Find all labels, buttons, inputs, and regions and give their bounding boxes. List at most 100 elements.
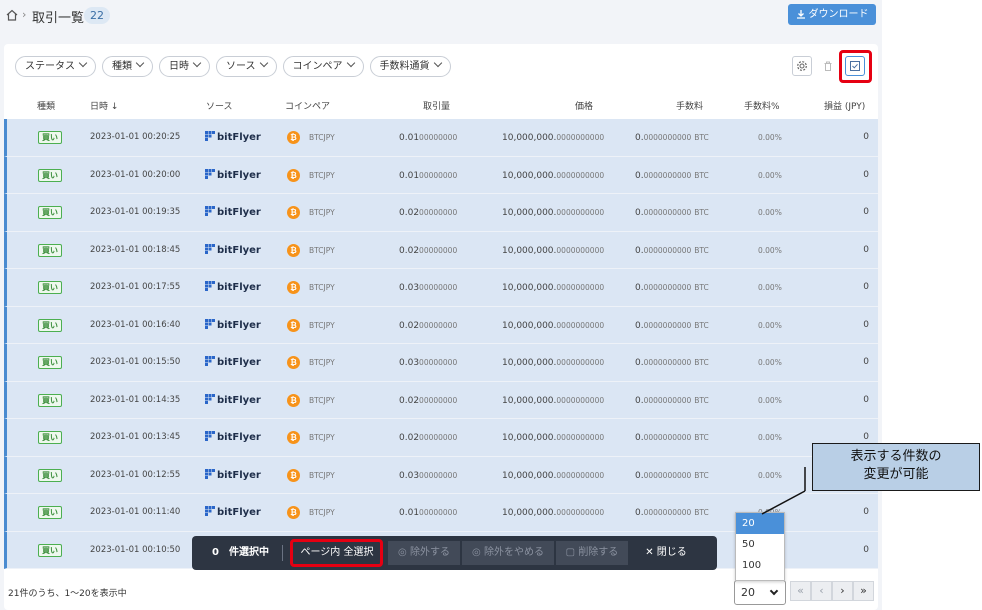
amount-frac: 00000000 [419, 508, 458, 517]
table-row[interactable]: 買い 2023-01-01 00:13:45 bitFlyer ₿ BTCJPY 0.02… [4, 419, 878, 457]
filter-label: コインペア [292, 61, 343, 72]
cell-fee-percent: 0.00% [758, 470, 782, 480]
amount-frac: 00000000 [419, 170, 458, 180]
type-badge: 買い [38, 543, 62, 557]
cell-fee: 0.0000000000 BTC [635, 344, 709, 382]
cell-fee: 0.0000000000 BTC [635, 119, 709, 157]
last-page-button[interactable]: » [853, 581, 874, 601]
table-row[interactable]: 買い 2023-01-01 00:12:55 bitFlyer ₿ BTCJPY 0.03… [4, 456, 878, 495]
amount-frac: 00000000 [419, 208, 458, 217]
filter-label: 日時 [169, 61, 189, 72]
filter-coin-pair[interactable]: コインペア [282, 56, 364, 77]
pagination-summary: 21件のうち、1〜20を表示中 [8, 589, 127, 599]
column-fee-percent[interactable]: 手数料% [744, 99, 780, 112]
cell-fee: 0.0000000000 BTC [635, 307, 709, 345]
cell-pnl: 0 [863, 357, 869, 367]
table-row[interactable]: 買い 2023-01-01 00:17:55 bitFlyer ₿ BTCJPY 0.03… [4, 269, 878, 307]
bitflyer-mark-icon [205, 393, 215, 404]
table-row[interactable]: 買い 2023-01-01 00:20:00 bitFlyer ₿ BTCJPY 0.01… [4, 156, 878, 194]
annotation-callout: 表示する件数の 変更が可能 [812, 443, 980, 491]
cell-fee: 0.0000000000 BTC [635, 269, 709, 307]
filter-label: 種類 [112, 61, 132, 72]
cell-datetime: 2023-01-01 00:13:45 [90, 432, 181, 442]
cell-amount: 0.0300000000 [399, 457, 457, 495]
column-type[interactable]: 種類 [37, 99, 55, 112]
filter-source[interactable]: ソース [216, 56, 277, 77]
unexclude-button[interactable]: ◎ 除外をやめる [462, 541, 554, 565]
cell-pair: BTCJPY [309, 283, 335, 292]
page-size-value: 20 [741, 586, 755, 599]
cell-pair: BTCJPY [309, 208, 335, 217]
column-datetime[interactable]: 日時 ↓ [90, 99, 118, 112]
column-amount[interactable]: 取引量 [423, 99, 450, 112]
source-name: bitFlyer [217, 469, 261, 481]
table-row[interactable]: 買い 2023-01-01 00:14:35 bitFlyer ₿ BTCJPY 0.02… [4, 381, 878, 420]
fee-unit: BTC [694, 358, 709, 367]
amount-int: 0.02 [399, 208, 420, 218]
fee-int: 0. [635, 433, 644, 443]
table-row[interactable]: 買い 2023-01-01 00:19:35 bitFlyer ₿ BTCJPY 0.02… [4, 194, 878, 232]
cell-pnl: 0 [863, 244, 869, 255]
gear-icon [797, 61, 807, 71]
cell-amount: 0.0200000000 [399, 232, 457, 270]
price-frac: 0000000000 [556, 245, 605, 255]
page-size-select[interactable]: 20 [734, 580, 786, 605]
cell-fee: 0.0000000000 BTC [635, 382, 709, 420]
source-name: bitFlyer [217, 132, 261, 143]
bitflyer-logo: bitFlyer [205, 393, 261, 407]
filter-status[interactable]: ステータス [15, 56, 96, 77]
first-page-button[interactable]: « [790, 581, 811, 601]
delete-selected-button[interactable]: ▢ 削除する [556, 541, 628, 565]
table-row[interactable]: 買い 2023-01-01 00:18:45 bitFlyer ₿ BTCJPY 0.02… [4, 231, 878, 270]
cell-fee-percent: 0.00% [758, 433, 782, 442]
page-size-option[interactable]: 50 [736, 534, 784, 555]
bitflyer-logo: bitFlyer [205, 431, 261, 444]
fee-frac: 0000000000 [643, 170, 692, 180]
delete-button[interactable] [818, 56, 838, 76]
prev-page-button[interactable]: ‹ [811, 581, 832, 601]
fee-unit: BTC [694, 245, 709, 255]
amount-frac: 00000000 [419, 358, 458, 367]
bitcoin-icon: ₿ [287, 168, 300, 182]
filter-datetime[interactable]: 日時 [159, 56, 210, 77]
highlight-box [839, 50, 872, 83]
count-badge: 22 [84, 7, 110, 24]
amount-int: 0.01 [399, 170, 420, 181]
column-fee[interactable]: 手数料 [676, 99, 703, 112]
filter-fee-currency[interactable]: 手数料通貨 [369, 56, 451, 77]
column-pnl[interactable]: 損益 (JPY) [824, 99, 865, 112]
column-pair[interactable]: コインペア [285, 99, 330, 112]
trash-icon [824, 61, 832, 71]
cell-fee: 0.0000000000 BTC [635, 232, 709, 270]
close-button[interactable]: ✕ 閉じる [636, 541, 696, 565]
cell-fee-percent: 0.00% [758, 283, 782, 292]
table-row[interactable]: 買い 2023-01-01 00:15:50 bitFlyer ₿ BTCJPY 0.03… [4, 344, 878, 382]
page-size-option[interactable]: 100 [736, 555, 784, 576]
bitflyer-mark-icon [205, 206, 215, 216]
settings-button[interactable] [792, 56, 812, 76]
page-size-dropdown: 20 50 100 [735, 512, 785, 581]
cell-price: 10,000,000.0000000000 [502, 419, 604, 457]
table-body: 買い 2023-01-01 00:20:25 bitFlyer ₿ BTCJPY 0.01… [4, 119, 878, 569]
cell-price: 10,000,000.0000000000 [502, 307, 604, 345]
exclude-button[interactable]: ◎ 除外する [388, 541, 460, 565]
page-size-option[interactable]: 20 [736, 513, 784, 534]
price-int: 10,000,000. [502, 133, 557, 143]
table-row[interactable]: 買い 2023-01-01 00:20:25 bitFlyer ₿ BTCJPY 0.01… [4, 119, 878, 157]
table-row[interactable]: 買い 2023-01-01 00:16:40 bitFlyer ₿ BTCJPY 0.02… [4, 306, 878, 345]
trash-icon: ▢ [565, 547, 579, 558]
fee-frac: 0000000000 [643, 320, 692, 330]
download-button[interactable]: ダウンロード [788, 4, 876, 25]
column-source[interactable]: ソース [206, 99, 233, 112]
price-int: 10,000,000. [502, 358, 557, 368]
column-price[interactable]: 価格 [575, 99, 593, 112]
eye-icon: ◎ [398, 547, 410, 558]
cell-fee-percent: 0.00% [758, 133, 782, 142]
home-icon[interactable] [5, 8, 19, 22]
cell-datetime: 2023-01-01 00:18:45 [90, 244, 181, 255]
cell-datetime: 2023-01-01 00:15:50 [90, 357, 181, 367]
unexclude-label: 除外をやめる [483, 547, 544, 558]
filter-type[interactable]: 種類 [102, 56, 153, 77]
fee-unit: BTC [694, 508, 709, 517]
next-page-button[interactable]: › [832, 581, 853, 601]
